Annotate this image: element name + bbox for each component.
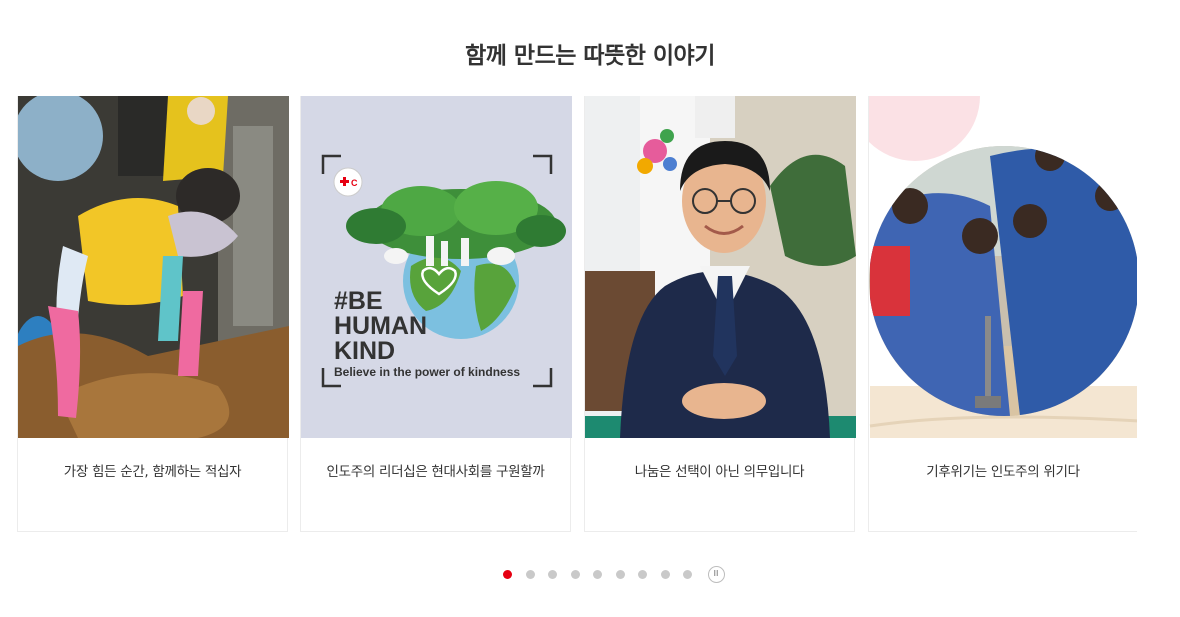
- pagination-dot[interactable]: [593, 569, 602, 579]
- section-title: 함께 만드는 따뜻한 이야기: [465, 43, 715, 69]
- pause-icon: II: [713, 569, 719, 578]
- pagination-dot[interactable]: [525, 569, 535, 579]
- pagination-dot[interactable]: [548, 569, 557, 579]
- pagination-dot[interactable]: [683, 569, 692, 579]
- card-image-water-tap[interactable]: [869, 96, 1137, 438]
- pagination-dot[interactable]: [503, 569, 512, 579]
- card-caption[interactable]: 기후위기는 인도주의 위기다: [869, 460, 1137, 480]
- story-card[interactable]: C #BE HUMAN KIND Believe in the power of…: [300, 96, 572, 532]
- poster-line-1: #BE: [334, 287, 383, 315]
- carousel-pagination: II: [503, 565, 725, 583]
- card-image-flood-cleanup[interactable]: [18, 96, 289, 438]
- story-carousel: 가장 힘든 순간, 함께하는 적십자 C #BE HUMAN KIND Beli…: [17, 96, 1137, 532]
- pagination-dot[interactable]: [570, 569, 580, 579]
- card-image-portrait[interactable]: [585, 96, 856, 438]
- pagination-dot[interactable]: [638, 569, 647, 579]
- story-card[interactable]: 나눔은 선택이 아닌 의무입니다: [584, 96, 856, 532]
- story-card[interactable]: 기후위기는 인도주의 위기다: [868, 96, 1137, 532]
- card-image-be-humankind[interactable]: C #BE HUMAN KIND Believe in the power of…: [301, 96, 572, 438]
- poster-line-2: HUMAN: [334, 312, 427, 340]
- card-caption[interactable]: 인도주의 리더십은 현대사회를 구원할까: [301, 460, 570, 480]
- svg-text:C: C: [351, 178, 358, 188]
- pause-button[interactable]: II: [707, 565, 725, 583]
- portrait-photo: [585, 96, 856, 438]
- pagination-dot[interactable]: [615, 569, 625, 579]
- volunteer-cleanup-photo: [18, 96, 289, 438]
- card-caption[interactable]: 나눔은 선택이 아닌 의무입니다: [585, 460, 854, 480]
- poster-line-3: KIND: [334, 337, 395, 365]
- pagination-dot[interactable]: [660, 569, 670, 579]
- card-caption[interactable]: 가장 힘든 순간, 함께하는 적십자: [18, 460, 287, 480]
- story-card[interactable]: 가장 힘든 순간, 함께하는 적십자: [17, 96, 289, 532]
- poster-tagline: Believe in the power of kindness: [334, 365, 520, 379]
- children-water-photo: [869, 96, 1137, 438]
- be-humankind-poster: C #BE HUMAN KIND Believe in the power of…: [301, 96, 572, 438]
